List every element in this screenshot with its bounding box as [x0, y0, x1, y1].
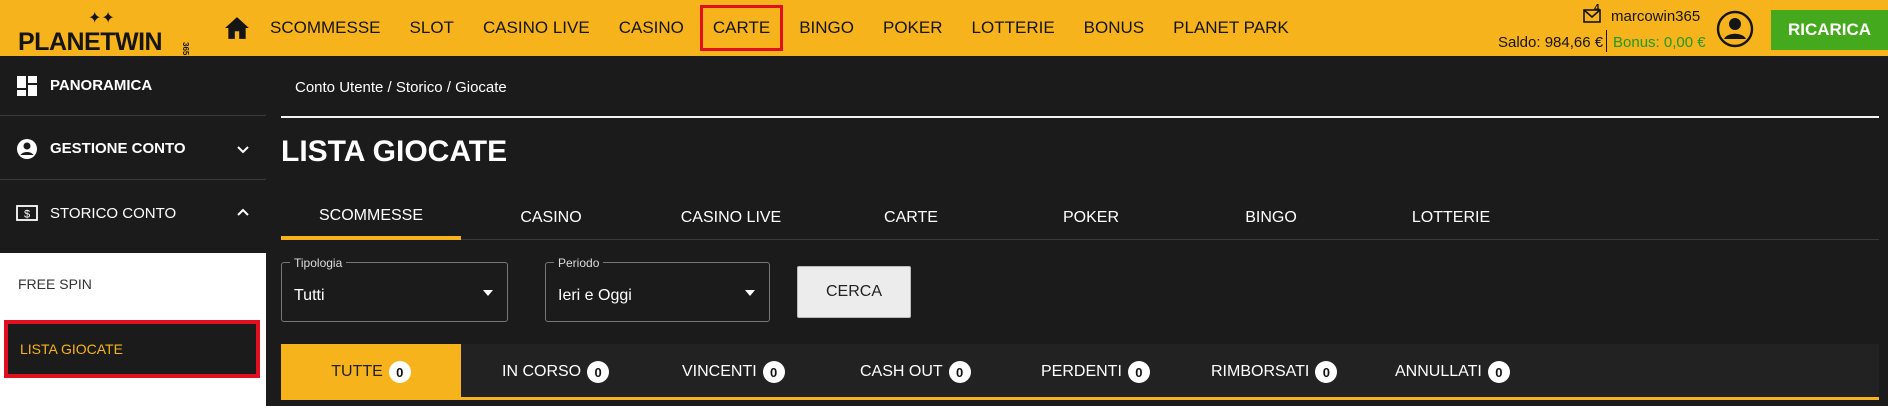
svg-text:$: $ [24, 209, 30, 221]
filter-vincenti[interactable]: VINCENTI 0 [682, 344, 785, 400]
submenu-lista-giocate[interactable]: LISTA GIOCATE [4, 320, 260, 378]
count-badge: 0 [948, 361, 971, 383]
count-badge: 0 [762, 361, 785, 383]
nav-casino-live[interactable]: CASINO LIVE [483, 18, 590, 38]
count-badge: 0 [1315, 361, 1338, 383]
mail-count-badge: 4 [1594, 3, 1600, 14]
tab-bingo[interactable]: BINGO [1181, 196, 1361, 240]
tab-lotterie[interactable]: LOTTERIE [1361, 196, 1541, 240]
sidebar-label-panoramica: PANORAMICA [50, 77, 153, 94]
bonus-value: Bonus: 0,00 € [1613, 34, 1706, 51]
nav-poker[interactable]: POKER [883, 18, 943, 38]
filter-label: VINCENTI [682, 363, 757, 380]
chevron-down-icon [237, 145, 249, 153]
filter-in-corso[interactable]: IN CORSO 0 [502, 344, 610, 400]
dashboard-icon [17, 75, 37, 96]
nav-carte[interactable]: CARTE [699, 5, 784, 51]
filter-label: PERDENTI [1041, 363, 1122, 380]
page-title: LISTA GIOCATE [281, 135, 508, 168]
tab-poker[interactable]: POKER [1001, 196, 1181, 240]
filter-label: CASH OUT [860, 363, 943, 380]
periodo-value: Ieri e Oggi [558, 287, 632, 304]
count-badge: 0 [587, 361, 610, 383]
nav-bonus[interactable]: BONUS [1084, 18, 1144, 38]
saldo-value: Saldo: 984,66 € [1498, 34, 1604, 51]
home-icon[interactable] [224, 16, 250, 40]
filter-perdenti[interactable]: PERDENTI 0 [1041, 344, 1150, 400]
status-filters: TUTTE 0 IN CORSO 0 VINCENTI 0 CASH OUT 0 PER… [281, 344, 1879, 400]
caret-down-icon [745, 290, 755, 296]
sidebar-item-storico-conto[interactable]: $ STORICO CONTO [0, 181, 266, 245]
logo-text: PLANETWIN [18, 28, 163, 56]
ricarica-button[interactable]: RICARICA [1771, 10, 1888, 50]
tipologia-value: Tutti [294, 287, 325, 304]
nav-lotterie[interactable]: LOTTERIE [972, 18, 1055, 38]
tab-casino[interactable]: CASINO [461, 196, 641, 240]
planetwin-logo[interactable]: ✦✦ PLANETWIN 365 [18, 8, 190, 56]
nav-planet-park[interactable]: PLANET PARK [1173, 18, 1289, 38]
tab-carte[interactable]: CARTE [821, 196, 1001, 240]
caret-down-icon [483, 290, 493, 296]
breadcrumb-divider [281, 116, 1879, 118]
sidebar-label-gestione: GESTIONE CONTO [50, 140, 186, 157]
submenu-lista-giocate-label: LISTA GIOCATE [20, 341, 123, 357]
filter-label: IN CORSO [502, 363, 582, 380]
nav-scommesse[interactable]: SCOMMESSE [270, 18, 381, 38]
saldo-divider [1606, 30, 1607, 52]
logo-sub: 365 [181, 42, 190, 56]
main-nav: SCOMMESSE SLOT CASINO LIVE CASINO CARTE … [270, 0, 1318, 56]
tab-casino-live[interactable]: CASINO LIVE [641, 196, 821, 240]
sidebar-label-storico: STORICO CONTO [50, 204, 177, 222]
top-bar: ✦✦ PLANETWIN 365 SCOMMESSE SLOT CASINO L… [0, 0, 1888, 56]
nav-casino[interactable]: CASINO [619, 18, 684, 38]
account-icon[interactable] [1716, 10, 1754, 48]
submenu-free-spin[interactable]: FREE SPIN [18, 276, 92, 292]
count-badge: 0 [1127, 361, 1150, 383]
filter-label: ANNULLATI [1395, 363, 1482, 380]
filter-annullati[interactable]: ANNULLATI 0 [1395, 344, 1510, 400]
chevron-up-icon [237, 208, 249, 216]
money-icon: $ [16, 205, 38, 221]
filter-tutte[interactable]: TUTTE 0 [281, 344, 461, 400]
tipologia-label: Tipologia [290, 256, 347, 270]
username[interactable]: marcowin365 [1611, 8, 1700, 25]
game-tabs: SCOMMESSE CASINO CASINO LIVE CARTE POKER… [281, 196, 1879, 240]
count-badge: 0 [388, 361, 411, 383]
periodo-select[interactable]: Periodo Ieri e Oggi [545, 256, 770, 322]
mail-icon[interactable] [1583, 6, 1603, 24]
filter-rimborsati[interactable]: RIMBORSATI 0 [1211, 344, 1338, 400]
tipologia-select[interactable]: Tipologia Tutti [281, 256, 508, 322]
sidebar-item-panoramica[interactable]: PANORAMICA [0, 56, 266, 116]
filter-cash-out[interactable]: CASH OUT 0 [860, 344, 971, 400]
sidebar-item-gestione-conto[interactable]: GESTIONE CONTO [0, 118, 266, 180]
breadcrumb[interactable]: Conto Utente / Storico / Giocate [295, 79, 507, 96]
tab-scommesse[interactable]: SCOMMESSE [281, 196, 461, 240]
filter-label: RIMBORSATI [1211, 363, 1310, 380]
cerca-button[interactable]: CERCA [797, 266, 911, 318]
filter-label: TUTTE [331, 363, 383, 380]
periodo-label: Periodo [554, 256, 604, 270]
nav-slot[interactable]: SLOT [410, 18, 454, 38]
nav-bingo[interactable]: BINGO [799, 18, 854, 38]
logo-stars-icon: ✦✦ [88, 10, 115, 27]
user-circle-icon [17, 138, 37, 159]
count-badge: 0 [1487, 361, 1510, 383]
